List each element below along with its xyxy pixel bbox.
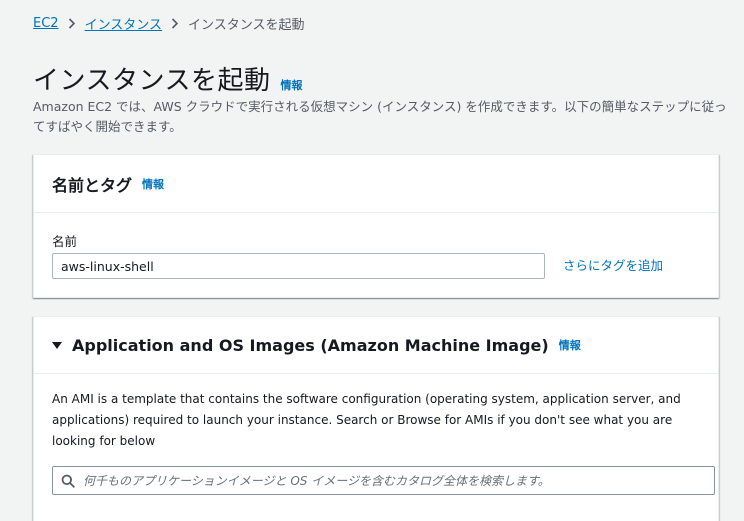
page-header: インスタンスを起動 情報 xyxy=(33,60,302,97)
ami-search-input[interactable] xyxy=(83,467,714,494)
ami-panel: Application and OS Images (Amazon Machin… xyxy=(33,316,719,521)
ami-description: An AMI is a template that contains the s… xyxy=(52,392,681,448)
page-title: インスタンスを起動 xyxy=(33,66,271,96)
name-field-label: 名前 xyxy=(52,234,78,249)
ami-panel-info-link[interactable]: 情報 xyxy=(559,337,581,353)
page-info-link[interactable]: 情報 xyxy=(280,77,302,93)
chevron-right-icon xyxy=(68,18,76,29)
chevron-right-icon xyxy=(171,18,179,29)
ami-panel-header[interactable]: Application and OS Images (Amazon Machin… xyxy=(34,317,718,374)
breadcrumb-current: インスタンスを起動 xyxy=(188,18,305,33)
add-tags-link[interactable]: さらにタグを追加 xyxy=(563,255,663,274)
name-input[interactable] xyxy=(52,253,545,279)
name-panel-info-link[interactable]: 情報 xyxy=(142,176,164,192)
breadcrumb: EC2 インスタンス インスタンスを起動 xyxy=(33,14,305,33)
ami-search-box[interactable] xyxy=(52,466,715,495)
caret-down-icon[interactable] xyxy=(52,341,62,349)
ami-panel-title: Application and OS Images (Amazon Machin… xyxy=(72,335,549,355)
name-panel-title: 名前とタグ xyxy=(52,175,133,195)
name-and-tags-panel: 名前とタグ 情報 名前 さらにタグを追加 xyxy=(33,154,719,298)
page-description: Amazon EC2 では、AWS クラウドで実行される仮想マシン (インスタン… xyxy=(33,99,727,134)
breadcrumb-ec2-link[interactable]: EC2 xyxy=(33,16,59,31)
search-icon xyxy=(61,474,75,488)
breadcrumb-instances-link[interactable]: インスタンス xyxy=(85,14,162,33)
name-panel-header: 名前とタグ 情報 xyxy=(34,155,718,213)
